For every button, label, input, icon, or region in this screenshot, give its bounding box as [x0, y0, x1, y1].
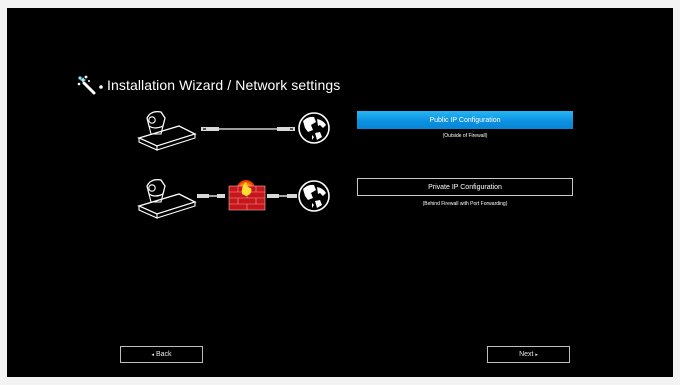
back-arrow-icon: ◂: [151, 351, 154, 358]
network-diagram: [137, 110, 330, 219]
wizard-screen: Installation Wizard / Network settings P…: [7, 8, 673, 377]
next-button-label: Next: [519, 351, 534, 358]
camera-codec-icon: [137, 178, 197, 219]
public-ip-configuration-button[interactable]: Public IP Configuration: [357, 111, 573, 129]
back-button-label: Back: [155, 351, 172, 358]
globe-icon: [298, 112, 330, 144]
next-arrow-icon: ▸: [535, 351, 538, 358]
network-cable-icon: [197, 194, 225, 198]
firewall-icon: [228, 180, 266, 211]
public-ip-subtitle: (Outside of Firewall): [442, 133, 488, 139]
network-cable-icon: [267, 194, 297, 198]
back-button[interactable]: ◂ Back: [120, 346, 203, 363]
public-ip-configuration-label: Public IP Configuration: [429, 116, 501, 124]
next-button[interactable]: Next ▸: [487, 346, 570, 363]
private-ip-subtitle: (Behind Firewall with Port Forwarding): [422, 201, 508, 207]
private-ip-configuration-label: Private IP Configuration: [428, 183, 502, 191]
globe-icon: [298, 180, 330, 212]
private-ip-configuration-button[interactable]: Private IP Configuration: [357, 178, 573, 196]
camera-codec-icon: [137, 110, 197, 151]
network-cable-icon: [201, 127, 295, 131]
